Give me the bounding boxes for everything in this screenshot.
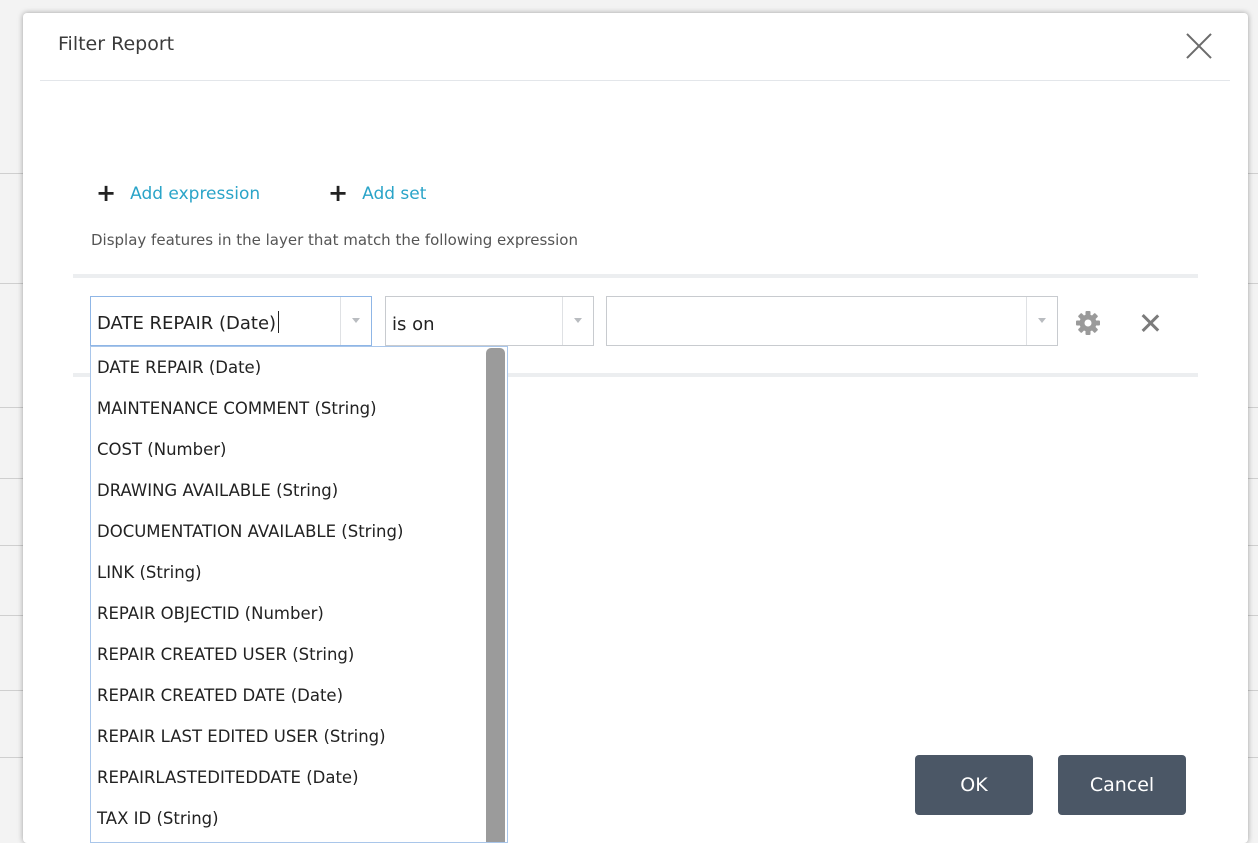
field-option[interactable]: TAX ID (String) [91,798,507,839]
field-option[interactable]: COST (Number) [91,429,507,470]
field-options-dropdown[interactable]: DATE REPAIR (Date) MAINTENANCE COMMENT (… [90,346,508,843]
field-select-value: DATE REPAIR (Date) [97,311,280,334]
field-option[interactable]: DATE REPAIR (Date) [91,347,507,388]
gear-icon[interactable] [1075,310,1101,336]
dialog-title: Filter Report [58,33,175,55]
field-option[interactable]: REPAIR LAST EDITED USER (String) [91,716,507,757]
field-option[interactable]: REPAIRLASTEDITEDDATE (Date) [91,757,507,798]
title-divider [40,80,1230,81]
dropdown-scrollbar[interactable] [486,348,505,842]
operator-select[interactable]: is on [385,296,594,346]
expression-hint: Display features in the layer that match… [91,231,578,249]
text-cursor [278,311,280,333]
field-option[interactable]: LINK (String) [91,552,507,593]
plus-icon: + [96,179,117,207]
add-expression-label: Add expression [130,184,261,204]
field-option[interactable]: REPAIR CREATED USER (String) [91,634,507,675]
field-option[interactable]: REPAIR OBJECTID (Number) [91,593,507,634]
chevron-down-icon[interactable] [562,297,593,345]
operator-select-value: is on [392,314,435,335]
chevron-down-icon[interactable] [1026,297,1057,345]
field-option[interactable]: DRAWING AVAILABLE (String) [91,470,507,511]
expression-row-top-border [73,274,1198,278]
close-icon[interactable] [1182,29,1216,63]
add-set-label: Add set [362,184,427,204]
plus-icon: + [328,179,349,207]
chevron-down-icon[interactable] [340,297,371,345]
remove-expression-icon[interactable] [1139,312,1161,334]
add-set-button[interactable]: + Add set [328,177,427,207]
value-select[interactable] [606,296,1058,346]
field-option[interactable]: MAINTENANCE COMMENT (String) [91,388,507,429]
add-expression-button[interactable]: + Add expression [96,177,261,207]
cancel-button[interactable]: Cancel [1058,755,1186,815]
field-select[interactable]: DATE REPAIR (Date) [90,296,372,346]
field-option[interactable]: DOCUMENTATION AVAILABLE (String) [91,511,507,552]
field-option[interactable]: REPAIR CREATED DATE (Date) [91,675,507,716]
ok-button[interactable]: OK [915,755,1033,815]
